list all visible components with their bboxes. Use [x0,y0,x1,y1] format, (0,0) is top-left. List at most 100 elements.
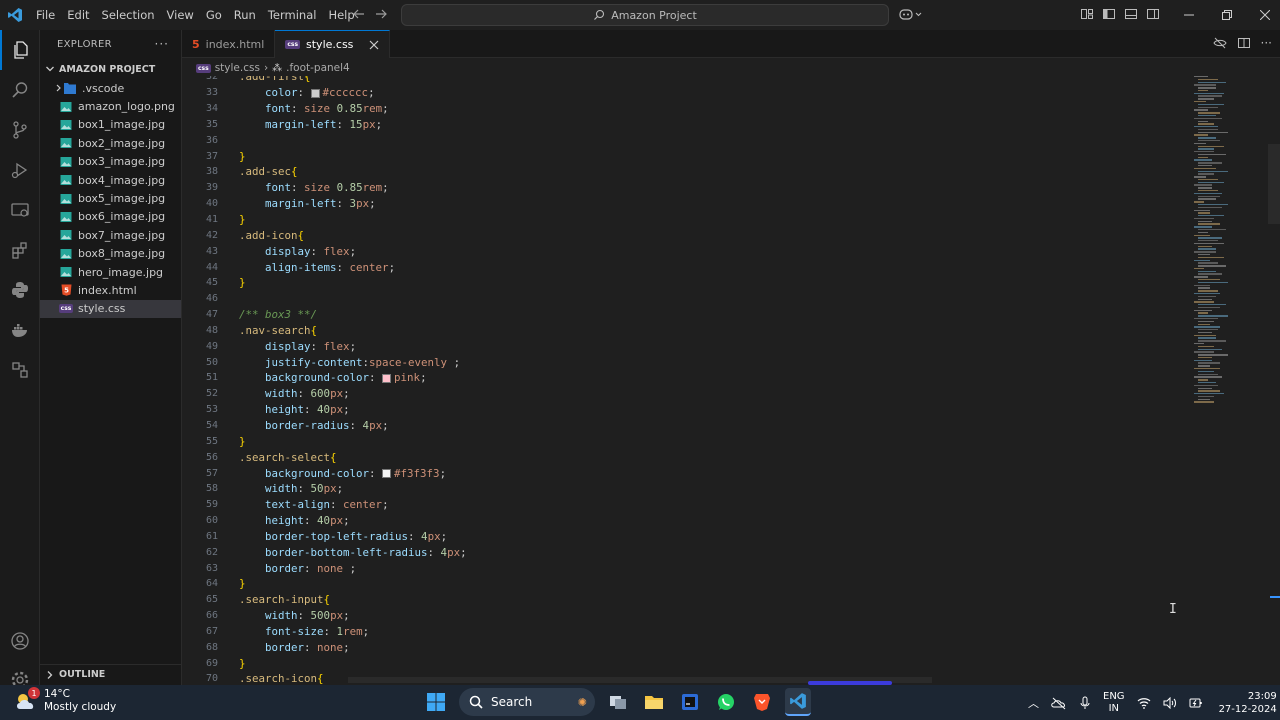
code-line: 57 background-color: #f3f3f3; [182,465,1192,481]
vscode-taskbar-icon[interactable] [785,688,811,716]
task-view-icon[interactable] [605,688,631,716]
command-center[interactable]: Amazon Project [401,4,889,26]
code-line: 56 .search-select{ [182,449,1192,465]
onedrive-off-icon[interactable] [1051,696,1067,710]
explorer-icon[interactable] [0,30,40,70]
toggle-primary-sidebar-icon[interactable] [1102,7,1116,21]
menu-edit[interactable]: Edit [61,8,95,22]
language-indicator[interactable]: ENG IN [1103,691,1125,715]
search-view-icon[interactable] [0,70,40,110]
volume-icon[interactable] [1163,696,1177,709]
file-tree-item[interactable]: box1_image.jpg [40,116,181,134]
file-tree-item[interactable]: box4_image.jpg [40,171,181,189]
manage-gear-icon[interactable] [0,660,40,685]
more-actions-icon[interactable]: ··· [155,37,169,51]
close-tab-icon[interactable] [369,40,379,50]
minimap-line [1198,215,1224,217]
eye-off-icon[interactable] [1212,36,1227,50]
extensions-icon[interactable] [0,230,40,270]
jetbrains-app-icon[interactable] [677,688,703,716]
minimap-line [1198,195,1220,197]
file-tree-item[interactable]: 5 index.html [40,281,181,299]
weather-widget[interactable]: 1 14°C Mostly cloudy [14,687,116,714]
windows-start-icon[interactable] [423,688,449,716]
more-actions-icon[interactable]: ··· [1261,36,1272,50]
minimap-line [1198,340,1226,342]
breadcrumb-file[interactable]: style.css [215,62,260,74]
file-tree-item[interactable]: amazon_logo.png [40,97,181,115]
code-line: 66 width: 500px; [182,608,1192,624]
minimap-line [1198,298,1212,300]
code-editor[interactable]: 32 .add-first{33 color: #cccccc; 34 font: … [182,76,1192,684]
microphone-icon[interactable] [1079,696,1091,710]
menu-run[interactable]: Run [228,8,262,22]
code-line: 64} [182,576,1192,592]
code-line: 58 width: 50px; [182,481,1192,497]
taskbar-search[interactable]: Search ✺ [459,688,595,716]
menu-terminal[interactable]: Terminal [262,8,323,22]
vertical-scrollbar[interactable] [1268,76,1280,684]
symbol-icon: ⁂ [272,62,283,74]
minimap-line [1198,148,1214,150]
image-file-icon [58,155,74,169]
minimap-line [1194,92,1224,95]
file-tree-item[interactable]: hero_image.jpg [40,263,181,281]
tab-style-css[interactable]: css style.css [275,30,391,58]
close-icon[interactable] [1246,0,1280,30]
vscode-logo-icon[interactable] [0,7,30,23]
line-number: 34 [205,103,218,115]
account-icon[interactable] [0,621,40,661]
file-tree-item[interactable]: box6_image.jpg [40,208,181,226]
code-text: .nav-search{ [239,323,318,337]
menu-selection[interactable]: Selection [96,8,161,22]
wifi-icon[interactable] [1137,697,1151,709]
file-tree-item[interactable]: box5_image.jpg [40,189,181,207]
code-text: font-size: 1rem; [265,624,370,638]
menu-file[interactable]: File [30,8,61,22]
file-explorer-icon[interactable] [641,688,667,716]
minimap-line [1194,142,1206,145]
toggle-panel-icon[interactable] [1124,7,1138,21]
battery-charging-icon[interactable] [1189,697,1203,709]
copilot-icon[interactable] [899,7,923,24]
code-text: width: 50px; [265,482,344,496]
file-tree-item[interactable]: box3_image.jpg [40,153,181,171]
file-tree-item[interactable]: .vscode [40,79,181,97]
run-debug-icon[interactable] [0,150,40,190]
toggle-secondary-sidebar-icon[interactable] [1146,7,1160,21]
restore-icon[interactable] [1208,0,1246,30]
minimap-line [1198,370,1214,373]
project-folder-header[interactable]: AMAZON PROJECT [40,59,181,79]
outline-explorer-icon[interactable] [0,350,40,390]
split-editor-icon[interactable] [1237,36,1251,50]
file-tree-item[interactable]: box7_image.jpg [40,226,181,244]
minimap-line [1198,312,1208,314]
code-text: } [239,656,246,670]
scroll-thumb[interactable] [1268,144,1280,224]
line-number: 45 [205,277,218,289]
line-number: 41 [205,214,218,226]
chevron-up-icon[interactable]: ︿ [1028,695,1039,711]
file-tree-item[interactable]: box8_image.jpg [40,245,181,263]
clock[interactable]: 23:09 27-12-2024 [1219,690,1277,716]
customize-layout-icon[interactable] [1080,7,1094,21]
explorer-title: EXPLORER [57,38,112,50]
remote-explorer-icon[interactable] [0,190,40,230]
outline-section[interactable]: OUTLINE [40,664,182,684]
file-tree-item[interactable]: css style.css [40,299,181,319]
whatsapp-icon[interactable] [713,688,739,716]
brave-browser-icon[interactable] [749,688,775,716]
breadcrumb-symbol[interactable]: .foot-panel4 [286,62,350,74]
minimize-icon[interactable] [1170,0,1208,30]
python-icon[interactable] [0,270,40,310]
menu-view[interactable]: View [161,8,200,22]
source-control-icon[interactable] [0,110,40,150]
menu-go[interactable]: Go [200,8,228,22]
file-tree-item[interactable]: box2_image.jpg [40,134,181,152]
back-arrow-icon[interactable] [352,7,366,21]
docker-icon[interactable] [0,310,40,350]
forward-arrow-icon[interactable] [374,7,388,21]
minimap[interactable] [1192,76,1268,426]
tab-index-html[interactable]: 5 index.html [182,30,276,58]
minimap-line [1198,306,1220,309]
